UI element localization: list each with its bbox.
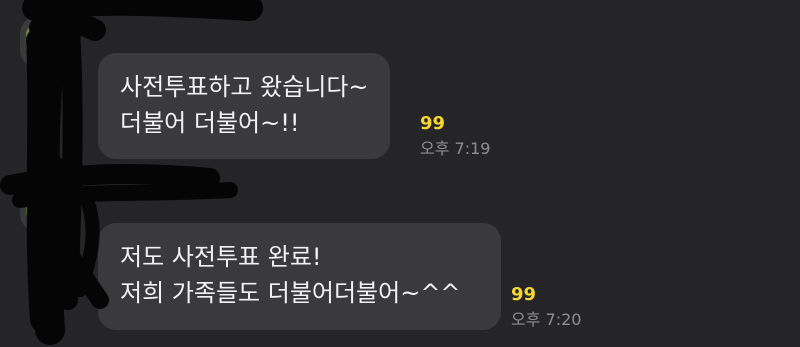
message-meta: 99 오후 7:19 <box>420 114 490 160</box>
message-text-line: 저희 가족들도 더불어더불어~^^ <box>120 279 461 307</box>
message-meta: 99 오후 7:20 <box>511 285 581 331</box>
message-timestamp: 오후 7:20 <box>511 310 582 329</box>
unread-count-badge: 99 <box>420 113 446 134</box>
profile-avatar-icon[interactable] <box>20 180 72 232</box>
message-timestamp: 오후 7:19 <box>420 139 491 158</box>
chat-view: 사전투표하고 왔습니다~ 더불어 더불어~!! 99 오후 7:19 저도 사전… <box>0 0 800 347</box>
avatar-image-detail <box>34 38 44 52</box>
message-bubble[interactable]: 저도 사전투표 완료! 저희 가족들도 더불어더불어~^^ <box>98 223 501 330</box>
message-bubble[interactable]: 사전투표하고 왔습니다~ 더불어 더불어~!! <box>98 53 390 159</box>
message-text-line: 사전투표하고 왔습니다~ <box>120 73 369 101</box>
unread-count-badge: 99 <box>511 284 537 305</box>
profile-avatar-icon[interactable] <box>20 16 72 68</box>
avatar-image-detail <box>26 190 42 220</box>
message-text-line: 더불어 더불어~!! <box>120 109 300 137</box>
message-text-line: 저도 사전투표 완료! <box>120 243 322 271</box>
